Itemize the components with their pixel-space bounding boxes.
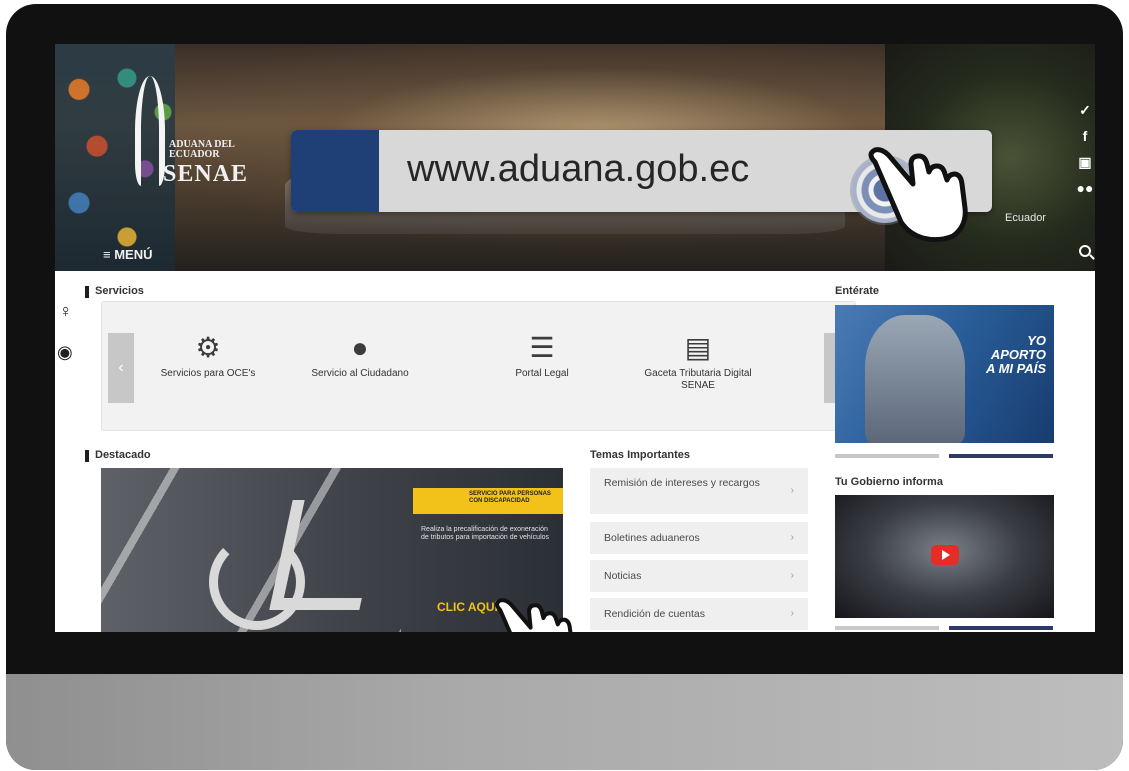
destacado-tag: SERVICIO PARA PERSONAS CON DISCAPACIDAD: [413, 488, 563, 514]
browser-screen: ADUANA DEL ECUADOR SENAE ≡ MENÚ Ecuador …: [55, 44, 1095, 632]
tema-link[interactable]: Rendición de cuentas ›: [590, 598, 808, 630]
tema-link[interactable]: Remisión de intereses y recargos ›: [590, 468, 808, 514]
section-marker: [85, 450, 89, 462]
monitor-frame: ADUANA DEL ECUADOR SENAE ≡ MENÚ Ecuador …: [6, 4, 1123, 770]
logo-text[interactable]: ADUANA DEL ECUADOR: [169, 140, 235, 160]
tema-label: Noticias: [604, 570, 642, 582]
service-label: Servicio al Ciudadano: [311, 368, 409, 379]
carousel-indicator[interactable]: [835, 454, 939, 458]
service-label: Portal Legal: [515, 368, 569, 379]
destacado-title: Destacado: [95, 449, 151, 461]
carousel-indicator-active[interactable]: [949, 626, 1053, 630]
tema-link[interactable]: Boletines aduaneros ›: [590, 522, 808, 554]
destacado-body: Realiza la precalificación de exoneració…: [421, 526, 550, 541]
service-item[interactable]: ▤ Gaceta Tributaria Digital SENAE: [628, 328, 768, 392]
tema-link[interactable]: Noticias ›: [590, 560, 808, 592]
enterate-title: Entérate: [835, 285, 880, 297]
logo-line2: ECUADOR: [169, 149, 220, 160]
chevron-right-icon: ›: [790, 532, 794, 543]
logo-senae[interactable]: SENAE: [163, 161, 248, 188]
flickr-icon[interactable]: ●●: [1075, 180, 1095, 206]
enterate-line: A MI PAÍS: [986, 361, 1046, 376]
document-icon: ☰: [529, 332, 555, 363]
facebook-icon[interactable]: f: [1075, 128, 1095, 154]
service-item[interactable]: ⚙ Servicios para OCE's: [138, 328, 278, 380]
monitor-chin: [6, 674, 1123, 770]
location-label: Ecuador: [1005, 212, 1046, 224]
gear-icon: ⚙: [195, 332, 221, 363]
tema-label: Boletines aduaneros: [604, 532, 700, 544]
accessibility-icon[interactable]: ♀: [59, 301, 73, 322]
carousel-indicator-active[interactable]: [949, 454, 1053, 458]
logo-figure-icon: [135, 76, 165, 186]
person-icon: ●: [351, 332, 369, 363]
temas-title: Temas Importantes: [590, 449, 691, 461]
hand-cursor-icon: [868, 147, 968, 242]
tema-label: Remisión de intereses y recargos: [604, 477, 760, 489]
servicios-carousel: ‹ ⚙ Servicios para OCE's ● Servicio al C…: [101, 301, 856, 431]
twitter-icon[interactable]: ✓: [1075, 102, 1095, 128]
chevron-right-icon: ›: [790, 485, 794, 496]
service-label: Servicios para OCE's: [160, 368, 256, 379]
carousel-prev-button[interactable]: ‹: [108, 333, 134, 403]
search-icon[interactable]: [1079, 245, 1091, 257]
service-label: Gaceta Tributaria Digital SENAE: [644, 368, 752, 391]
play-icon[interactable]: [931, 545, 959, 565]
menu-button[interactable]: ≡ MENÚ: [103, 247, 152, 262]
service-item[interactable]: ● Servicio al Ciudadano: [290, 328, 430, 380]
file-icon: ▤: [684, 332, 712, 363]
youtube-icon[interactable]: ▣: [1075, 154, 1095, 180]
servicios-title: Servicios: [95, 285, 144, 297]
address-bar-url: www.aduana.gob.ec: [407, 148, 750, 190]
carousel-indicator[interactable]: [835, 626, 939, 630]
enterate-line: YO: [1027, 333, 1046, 348]
section-marker: [85, 286, 89, 298]
hand-cursor-icon: [495, 598, 573, 632]
social-links: ✓ f ▣ ●●: [1075, 102, 1095, 206]
chevron-right-icon: ›: [790, 608, 794, 619]
worker-image: [865, 315, 965, 443]
service-item[interactable]: ☰ Portal Legal: [472, 328, 612, 380]
chevron-right-icon: ›: [790, 570, 794, 581]
enterate-banner[interactable]: YO APORTO A MI PAÍS: [835, 305, 1054, 443]
enterate-line: APORTO: [990, 347, 1046, 362]
tema-label: Rendición de cuentas: [604, 608, 705, 620]
video-thumbnail[interactable]: [835, 495, 1054, 618]
eye-icon[interactable]: ◉: [57, 342, 73, 363]
gobierno-title: Tu Gobierno informa: [835, 476, 943, 488]
address-bar-accent: [291, 130, 379, 212]
